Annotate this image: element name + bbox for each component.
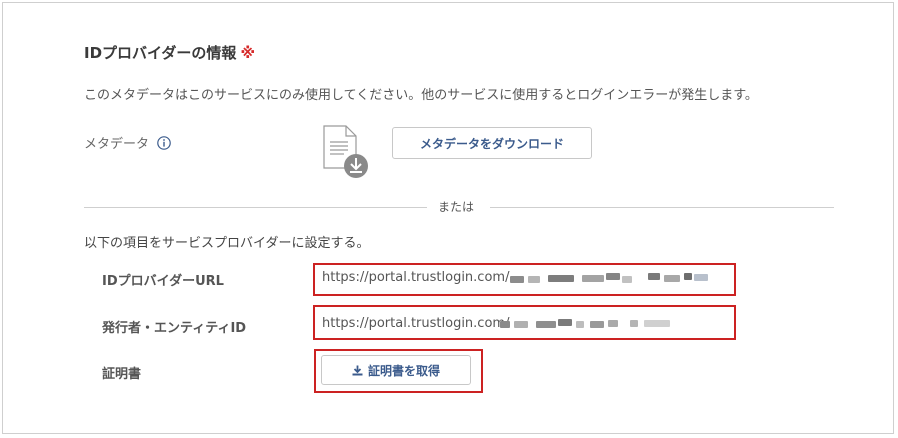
usage-notice: このメタデータはこのサービスにのみ使用してください。他のサービスに使用するとログ… <box>84 88 758 103</box>
idp-url-label: IDプロバイダーURL <box>102 274 224 289</box>
required-mark: ※ <box>240 44 256 62</box>
metadata-label: メタデータ <box>84 133 171 152</box>
get-certificate-label: 証明書を取得 <box>367 363 440 378</box>
info-icon[interactable] <box>157 135 171 150</box>
instruction-text: 以下の項目をサービスプロバイダーに設定する。 <box>84 236 370 251</box>
divider-line-left <box>84 207 427 208</box>
divider-or-text: または <box>438 200 475 214</box>
idp-url-value[interactable]: https://portal.trustlogin.com/ <box>322 270 509 285</box>
metadata-label-text: メタデータ <box>84 137 150 152</box>
issuer-label: 発行者・エンティティID <box>102 321 247 336</box>
download-icon <box>352 365 363 375</box>
download-metadata-button[interactable]: メタデータをダウンロード <box>392 127 592 159</box>
divider-line-right <box>490 207 834 208</box>
section-title-text: IDプロバイダーの情報 <box>84 44 237 62</box>
issuer-value[interactable]: https://portal.trustlogin.com/ <box>322 316 509 331</box>
certificate-label: 証明書 <box>102 367 142 382</box>
get-certificate-button[interactable]: 証明書を取得 <box>321 355 471 385</box>
metadata-file-icon <box>323 125 368 178</box>
section-title: IDプロバイダーの情報 ※ <box>84 42 255 63</box>
